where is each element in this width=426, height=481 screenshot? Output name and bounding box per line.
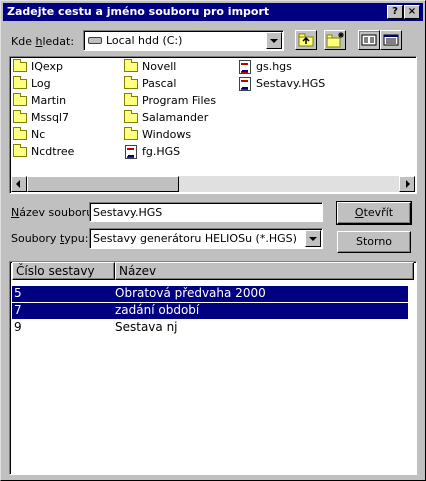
folder-icon <box>124 76 138 89</box>
location-dropdown-button[interactable] <box>266 32 282 49</box>
folder-icon <box>13 76 27 89</box>
file-name: Pascal <box>142 77 177 90</box>
folder-icon <box>124 127 138 140</box>
list-view-icon <box>361 34 377 46</box>
drive-icon <box>88 37 102 44</box>
details-view-icon <box>383 34 399 46</box>
location-label: Kde hledat: <box>11 35 75 48</box>
report-number: 5 <box>14 286 22 300</box>
title-bar[interactable]: Zadejte cestu a jméno souboru pro import… <box>3 3 423 21</box>
file-name: Mssql7 <box>31 111 69 124</box>
scroll-thumb[interactable] <box>27 176 179 192</box>
folder-icon <box>13 110 27 123</box>
close-button[interactable]: × <box>404 5 420 19</box>
folder-icon <box>13 144 27 157</box>
scroll-left-button[interactable] <box>11 176 27 192</box>
scroll-right-button[interactable] <box>399 176 415 192</box>
new-folder-icon <box>326 32 344 48</box>
file-list-scrollbar[interactable] <box>11 176 415 192</box>
report-name: Obratová předvaha 2000 <box>115 286 266 300</box>
filetype-label: Soubory typu: <box>11 232 89 245</box>
file-name: Novell <box>142 60 177 73</box>
file-name: Windows <box>142 128 192 141</box>
file-name: gs.hgs <box>256 60 292 73</box>
file-list[interactable]: IQexp Log Martin Mssql7 Nc Ncdtree Novel… <box>9 56 417 194</box>
column-header-number[interactable]: Číslo sestavy <box>12 262 115 280</box>
folder-icon <box>13 59 27 72</box>
filetype-dropdown-button[interactable] <box>305 230 321 247</box>
folder-icon <box>124 110 138 123</box>
report-list[interactable]: Číslo sestavy Název 5 Obratová předvaha … <box>9 261 417 475</box>
folder-icon <box>124 93 138 106</box>
location-combo[interactable]: Local hdd (C:) <box>83 30 284 51</box>
open-button[interactable]: Otevřít <box>336 201 412 225</box>
table-row[interactable]: 5 Obratová předvaha 2000 <box>12 286 408 302</box>
up-folder-button[interactable] <box>295 30 317 50</box>
folder-icon <box>13 127 27 140</box>
column-header-name[interactable]: Název <box>115 262 414 280</box>
up-folder-icon <box>298 33 314 47</box>
table-row[interactable]: 9 Sestava nj <box>12 320 408 336</box>
details-view-button[interactable] <box>380 30 402 50</box>
filetype-combo[interactable]: Sestavy generátoru HELIOSu (*.HGS) <box>89 228 323 249</box>
file-name: Sestavy.HGS <box>256 77 326 90</box>
file-name: fg.HGS <box>142 145 181 158</box>
file-name: Salamander <box>142 111 209 124</box>
report-name: zadání období <box>115 303 200 317</box>
file-name: IQexp <box>31 60 63 73</box>
file-name: Ncdtree <box>31 145 75 158</box>
report-number: 9 <box>14 320 22 334</box>
table-row[interactable]: 7 zadání období <box>12 303 408 319</box>
filename-input[interactable]: Sestavy.HGS <box>89 202 323 222</box>
report-number: 7 <box>14 303 22 317</box>
list-view-button[interactable] <box>358 30 380 50</box>
hgs-file-icon <box>239 77 251 91</box>
file-name: Nc <box>31 128 46 141</box>
file-name: Martin <box>31 94 67 107</box>
folder-icon <box>124 59 138 72</box>
dialog-title: Zadejte cestu a jméno souboru pro import <box>7 5 270 18</box>
hgs-file-icon <box>239 60 251 74</box>
folder-icon <box>13 93 27 106</box>
report-name: Sestava nj <box>115 320 178 334</box>
help-button[interactable]: ? <box>387 5 403 19</box>
filetype-value: Sestavy generátoru HELIOSu (*.HGS) <box>93 232 297 245</box>
filename-label: Název souboru: <box>11 206 97 219</box>
cancel-button[interactable]: Storno <box>337 231 411 253</box>
hgs-file-icon <box>125 145 137 159</box>
new-folder-button[interactable] <box>324 30 346 50</box>
file-name: Program Files <box>142 94 217 107</box>
open-file-dialog: Zadejte cestu a jméno souboru pro import… <box>0 0 426 481</box>
file-name: Log <box>31 77 51 90</box>
filename-value: Sestavy.HGS <box>93 206 163 219</box>
location-value: Local hdd (C:) <box>106 34 183 47</box>
